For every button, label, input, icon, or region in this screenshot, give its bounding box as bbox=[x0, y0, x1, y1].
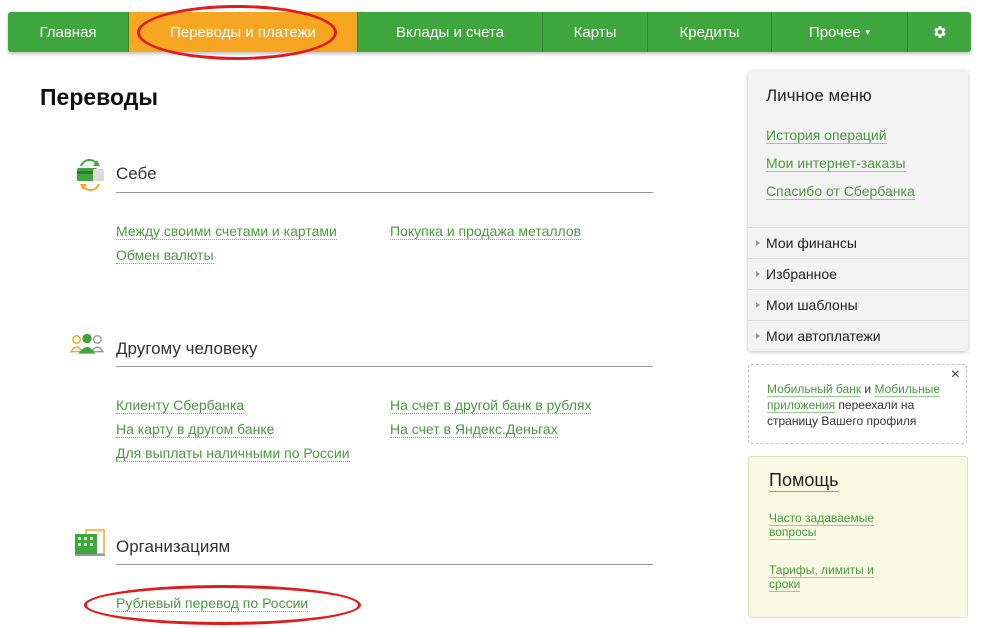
gear-icon bbox=[933, 26, 946, 38]
link-currency-exchange[interactable]: Обмен валюты bbox=[116, 247, 214, 264]
link-label: Часто задаваемые вопросы bbox=[769, 511, 875, 540]
nav-item-credits[interactable]: Кредиты bbox=[648, 12, 772, 52]
sidebar-item-label: Мои автоплатежи bbox=[766, 328, 881, 344]
sidebar-item-autopayments[interactable]: Мои автоплатежи bbox=[748, 320, 968, 351]
profile-notice: × Мобильный банк и Мобильные приложения … bbox=[748, 364, 967, 444]
chevron-right-icon bbox=[756, 271, 760, 277]
nav-item-cards[interactable]: Карты bbox=[543, 12, 648, 52]
section-title-organizations: Организациям bbox=[116, 537, 231, 556]
link-operations-history[interactable]: История операций bbox=[766, 127, 887, 144]
link-cash-payout[interactable]: Для выплаты наличными по России bbox=[116, 445, 350, 462]
nav-item-label: Карты bbox=[573, 23, 617, 41]
card-exchange-icon bbox=[77, 159, 104, 191]
section-divider bbox=[116, 564, 653, 565]
top-navigation: Главная Переводы и платежи Вклады и счет… bbox=[8, 12, 971, 52]
sidebar-item-templates[interactable]: Мои шаблоны bbox=[748, 289, 968, 320]
nav-item-other[interactable]: Прочее ▾ bbox=[772, 12, 908, 52]
nav-item-label: Переводы и платежи bbox=[169, 23, 317, 41]
sidebar-item-favorites[interactable]: Избранное bbox=[748, 258, 968, 289]
link-internet-orders[interactable]: Мои интернет-заказы bbox=[766, 155, 906, 172]
nav-item-label: Главная bbox=[39, 23, 97, 41]
nav-item-home[interactable]: Главная bbox=[8, 12, 129, 52]
sidebar-item-finances[interactable]: Мои финансы bbox=[748, 227, 968, 258]
sidebar-item-label: Мои финансы bbox=[766, 235, 857, 251]
link-other-bank-rub[interactable]: На счет в другой банк в рублях bbox=[390, 397, 592, 414]
personal-menu-panel: Личное меню История операций Мои интерне… bbox=[748, 71, 968, 351]
nav-item-label: Кредиты bbox=[679, 23, 740, 41]
chevron-right-icon bbox=[756, 302, 760, 308]
link-mobile-bank[interactable]: Мобильный банк bbox=[767, 382, 862, 397]
section-title-other-person: Другому человеку bbox=[116, 339, 258, 358]
help-panel: Помощь Часто задаваемые вопросы Тарифы, … bbox=[748, 456, 968, 618]
link-label: Тарифы, лимиты и сроки bbox=[769, 563, 874, 592]
nav-item-transfers[interactable]: Переводы и платежи bbox=[129, 12, 358, 52]
link-thanks-sberbank[interactable]: Спасибо от Сбербанка bbox=[766, 183, 915, 200]
chevron-right-icon bbox=[756, 240, 760, 246]
help-title: Помощь bbox=[769, 470, 839, 492]
section-divider bbox=[116, 192, 653, 193]
nav-item-label: Вклады и счета bbox=[395, 23, 505, 41]
link-yandex-money[interactable]: На счет в Яндекс.Деньгах bbox=[390, 421, 558, 438]
sidebar-item-label: Мои шаблоны bbox=[766, 297, 858, 313]
close-icon[interactable]: × bbox=[951, 367, 960, 383]
link-metals[interactable]: Покупка и продажа металлов bbox=[390, 223, 582, 240]
link-sberbank-client[interactable]: Клиенту Сбербанка bbox=[116, 397, 245, 414]
page-title: Переводы bbox=[40, 84, 158, 110]
link-other-bank-card[interactable]: На карту в другом банке bbox=[116, 421, 275, 438]
personal-menu-title: Личное меню bbox=[766, 86, 872, 105]
sidebar-item-label: Избранное bbox=[766, 266, 837, 282]
link-tariffs-limits[interactable]: Тарифы, лимиты и сроки bbox=[769, 563, 899, 592]
nav-item-label: Прочее bbox=[808, 23, 861, 41]
nav-item-deposits[interactable]: Вклады и счета bbox=[358, 12, 543, 52]
chevron-down-icon: ▾ bbox=[865, 26, 871, 37]
link-faq[interactable]: Часто задаваемые вопросы bbox=[769, 511, 899, 540]
link-own-accounts[interactable]: Между своими счетами и картами bbox=[116, 223, 337, 240]
chevron-right-icon bbox=[756, 333, 760, 339]
people-icon bbox=[70, 333, 104, 354]
section-divider bbox=[116, 366, 653, 367]
notice-text: и bbox=[861, 382, 875, 396]
settings-button[interactable] bbox=[908, 12, 971, 52]
link-rub-transfer-russia[interactable]: Рублевый перевод по России bbox=[116, 595, 309, 612]
building-icon bbox=[75, 529, 105, 556]
section-title-self: Себе bbox=[116, 164, 157, 183]
